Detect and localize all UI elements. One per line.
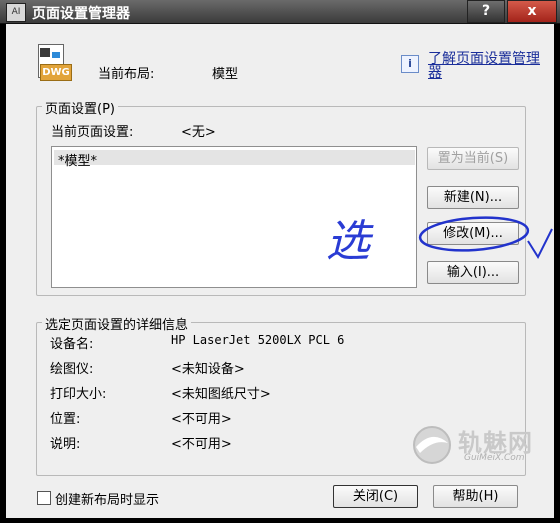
show-on-new-layout-label: 创建新布局时显示 [55, 493, 160, 508]
dwg-badge: DWG [40, 64, 72, 81]
window-title: 页面设置管理器 [32, 6, 130, 22]
location-label: 位置: [50, 412, 81, 427]
new-button[interactable]: 新建(N)... [427, 186, 519, 209]
show-on-new-layout-checkbox[interactable] [37, 491, 51, 505]
close-button[interactable]: 关闭(C) [333, 485, 418, 508]
dwg-file-icon: DWG [38, 44, 72, 84]
plot-size-value: <未知图纸尺寸> [171, 387, 271, 402]
title-help-button[interactable]: ? [467, 0, 505, 23]
title-bar: AI 页面设置管理器 ? x [0, 0, 560, 24]
help-button[interactable]: 帮助(H) [433, 485, 518, 508]
current-layout-label: 当前布局: [98, 67, 155, 82]
list-item[interactable]: *模型* [54, 150, 415, 169]
plot-size-label: 打印大小: [50, 387, 107, 402]
device-name-label: 设备名: [50, 337, 94, 352]
info-icon: i [401, 55, 419, 73]
location-value: <不可用> [171, 412, 232, 427]
watermark-subtext: GuiMeiX.Com [464, 453, 525, 463]
device-name-value: HP LaserJet 5200LX PCL 6 [171, 333, 345, 347]
set-current-button[interactable]: 置为当前(S) [427, 147, 519, 170]
current-page-setup-value: <无> [181, 125, 216, 140]
description-value: <不可用> [171, 437, 232, 452]
current-layout-value: 模型 [212, 67, 239, 82]
current-page-setup-label: 当前页面设置: [51, 125, 134, 140]
details-group-label: 选定页面设置的详细信息 [42, 314, 192, 333]
plotter-label: 绘图仪: [50, 362, 94, 377]
annotation-circle-and-check [418, 216, 553, 260]
plotter-value: <未知设备> [171, 362, 245, 377]
dialog-body: DWG 当前布局: 模型 i 了解页面设置管理器 页面设置(P) 当前页面设置:… [6, 24, 554, 518]
app-icon: AI [6, 3, 26, 22]
title-close-button[interactable]: x [507, 0, 557, 23]
description-label: 说明: [50, 437, 81, 452]
watermark-logo: 轨魅网 GuiMeiX.Com [410, 423, 550, 469]
handwritten-annotation: 选 [326, 216, 370, 267]
learn-page-setup-link[interactable]: 了解页面设置管理器 [428, 52, 546, 80]
page-setup-group-label: 页面设置(P) [42, 98, 118, 117]
